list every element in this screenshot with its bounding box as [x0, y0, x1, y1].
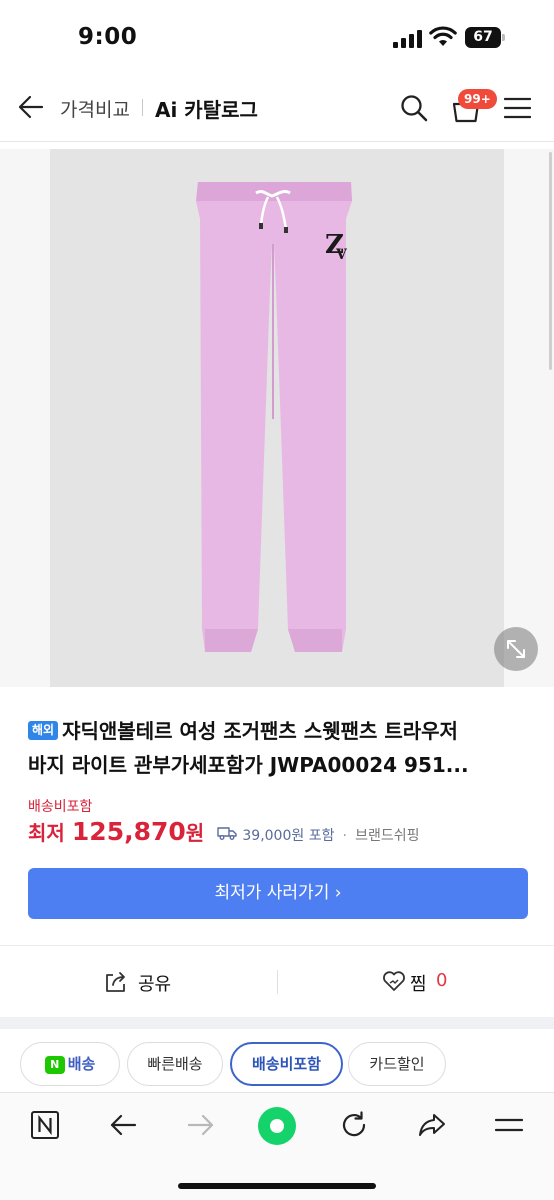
app-header: 가격비교 Ai 카탈로그 99+: [0, 74, 554, 142]
battery-level: 67: [465, 27, 501, 48]
heart-icon: [383, 971, 405, 991]
battery-icon: 67: [465, 27, 505, 48]
cellular-signal-icon: [393, 30, 422, 48]
naver-n-icon: N: [44, 1056, 65, 1074]
scrollbar[interactable]: [549, 152, 552, 370]
chip-label: 카드할인: [369, 1055, 425, 1073]
breadcrumb-price-compare[interactable]: 가격비교: [60, 95, 130, 122]
overseas-tag: 해외: [28, 721, 59, 740]
expand-arrows-icon: [507, 640, 525, 658]
chip-shipping-included[interactable]: 배송비포함: [230, 1042, 343, 1086]
buy-lowest-price-button[interactable]: 최저가 사러가기 ›: [28, 868, 528, 919]
like-count: 0: [436, 970, 448, 991]
browser-forward-icon: [187, 1114, 214, 1136]
lowest-price-label: 최저: [28, 821, 65, 845]
separator-dot: ·: [342, 828, 347, 844]
naver-home-icon[interactable]: [30, 1110, 60, 1140]
share-arrow-icon[interactable]: [417, 1110, 447, 1140]
seller-name[interactable]: 브랜드쉬핑: [355, 828, 419, 844]
action-bar: 공유 찜 0: [0, 945, 554, 1017]
status-bar: 9:00 67: [0, 0, 554, 74]
naver-green-dot-icon[interactable]: [257, 1106, 297, 1146]
home-indicator[interactable]: [178, 1183, 376, 1189]
shipping-fee: 39,000원 포함: [242, 828, 335, 844]
price-row: 최저 125,870원 39,000원 포함 · 브랜드쉬핑: [28, 817, 420, 847]
like-label: 찜: [410, 974, 427, 995]
product-image-area: Z V: [0, 149, 554, 687]
product-title: 해외 쟈딕앤볼테르 여성 조거팬츠 스웻팬츠 트라우저 바지 라이트 관부가세포함…: [28, 714, 528, 782]
cart-count-badge: 99+: [458, 89, 497, 109]
back-arrow-icon[interactable]: [18, 94, 44, 120]
page-title[interactable]: Ai 카탈로그: [155, 94, 258, 123]
chip-naver-delivery[interactable]: N 배송: [20, 1042, 120, 1086]
share-label: 공유: [138, 974, 172, 995]
price-value: 125,870: [71, 817, 186, 846]
section-gap: [0, 1017, 554, 1029]
product-photo[interactable]: Z V: [50, 149, 504, 687]
product-title-line2: 바지 라이트 관부가세포함가 JWPA00024 951...: [28, 753, 469, 777]
delivery-truck-icon: [217, 827, 237, 840]
price-unit: 원: [185, 821, 205, 845]
chip-card-discount[interactable]: 카드할인: [348, 1042, 446, 1086]
more-menu-icon[interactable]: [494, 1110, 524, 1140]
refresh-icon[interactable]: [339, 1110, 369, 1140]
action-divider: [277, 970, 278, 994]
chip-label: 배송: [67, 1055, 96, 1073]
browser-back-icon[interactable]: [108, 1110, 138, 1140]
expand-image-button[interactable]: [494, 627, 538, 671]
chip-label: 빠른배송: [147, 1055, 203, 1073]
status-time: 9:00: [78, 24, 138, 50]
chip-fast-delivery[interactable]: 빠른배송: [127, 1042, 223, 1086]
product-title-line1: 쟈딕앤볼테르 여성 조거팬츠 스웻팬츠 트라우저: [62, 719, 458, 743]
chip-label: 배송비포함: [251, 1055, 321, 1073]
shipping-included-label: 배송비포함: [28, 799, 93, 815]
share-icon: [106, 972, 125, 992]
hamburger-menu-icon[interactable]: [504, 96, 531, 120]
like-button[interactable]: 찜 0: [382, 968, 462, 996]
svg-text:V: V: [335, 247, 348, 263]
search-icon[interactable]: [400, 94, 428, 122]
pink-jogger-pants-image: Z V: [196, 182, 352, 652]
breadcrumb-divider: [142, 99, 143, 116]
wifi-icon: [429, 26, 457, 46]
